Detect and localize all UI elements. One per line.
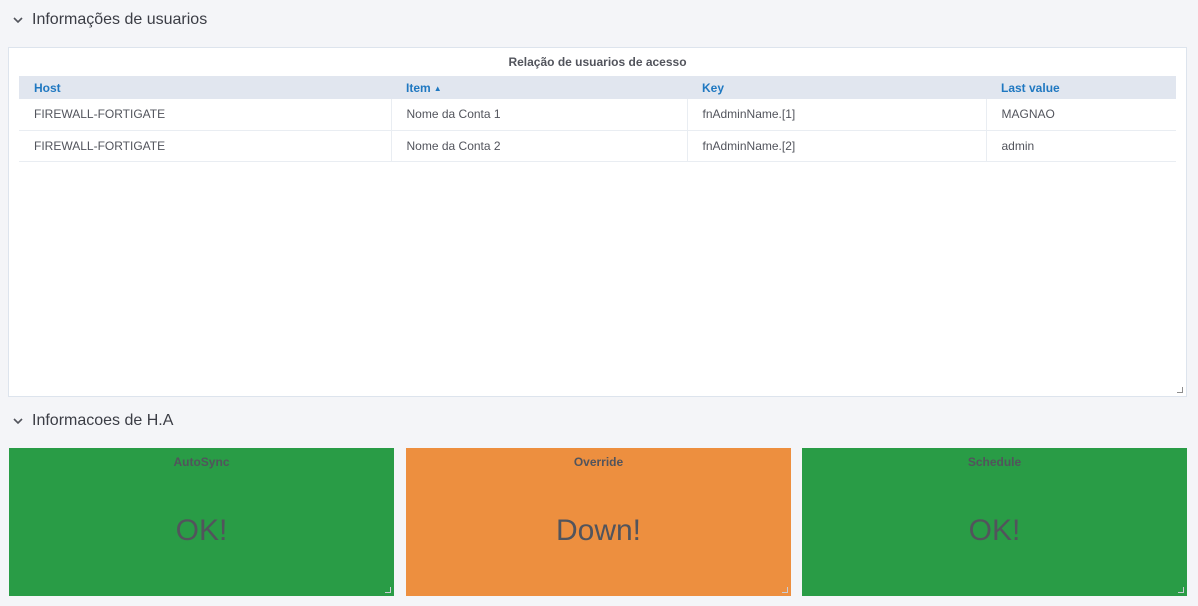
users-table-panel: Relação de usuarios de acesso Host Item ▲… bbox=[8, 47, 1187, 397]
stat-panel-schedule: Schedule OK! bbox=[802, 448, 1187, 596]
resize-handle[interactable] bbox=[1177, 387, 1183, 393]
panel-title[interactable]: Relação de usuarios de acesso bbox=[9, 48, 1186, 76]
column-header-last-value[interactable]: Last value bbox=[986, 76, 1176, 99]
column-header-host[interactable]: Host bbox=[19, 76, 391, 99]
resize-handle[interactable] bbox=[1178, 587, 1184, 593]
cell-key: fnAdminName.[1] bbox=[686, 99, 986, 131]
chevron-down-icon bbox=[12, 415, 26, 427]
cell-last-value: MAGNAO bbox=[985, 99, 1176, 131]
stat-value: OK! bbox=[968, 514, 1021, 547]
row-toggle-ha[interactable]: Informacoes de H.A bbox=[12, 412, 173, 430]
column-header-item[interactable]: Item ▲ bbox=[391, 76, 687, 99]
stat-panel-autosync: AutoSync OK! bbox=[9, 448, 394, 596]
cell-key: fnAdminName.[2] bbox=[686, 130, 986, 162]
stat-value: Down! bbox=[555, 514, 642, 547]
cell-item: Nome da Conta 1 bbox=[390, 99, 687, 131]
column-header-key[interactable]: Key bbox=[687, 76, 986, 99]
row-title-users: Informações de usuarios bbox=[32, 11, 208, 28]
stat-panel-override: Override Down! bbox=[406, 448, 791, 596]
cell-host: FIREWALL-FORTIGATE bbox=[19, 130, 391, 162]
table-row: FIREWALL-FORTIGATE Nome da Conta 1 fnAdm… bbox=[19, 99, 1176, 131]
table-header-row: Host Item ▲ Key Last value bbox=[19, 76, 1176, 99]
table-row: FIREWALL-FORTIGATE Nome da Conta 2 fnAdm… bbox=[19, 130, 1176, 162]
users-table: Host Item ▲ Key Last value FIREWALL-FORTI… bbox=[19, 76, 1176, 162]
chevron-down-icon bbox=[12, 14, 26, 26]
panel-title[interactable]: AutoSync bbox=[9, 448, 394, 476]
panel-title[interactable]: Override bbox=[406, 448, 791, 476]
panel-title[interactable]: Schedule bbox=[802, 448, 1187, 476]
cell-last-value: admin bbox=[985, 130, 1176, 162]
row-toggle-users[interactable]: Informações de usuarios bbox=[12, 11, 207, 29]
row-title-ha: Informacoes de H.A bbox=[32, 412, 174, 429]
stat-value: OK! bbox=[175, 514, 228, 547]
resize-handle[interactable] bbox=[385, 587, 391, 593]
sort-ascending-icon: ▲ bbox=[433, 83, 442, 93]
cell-item: Nome da Conta 2 bbox=[390, 130, 687, 162]
resize-handle[interactable] bbox=[782, 587, 788, 593]
cell-host: FIREWALL-FORTIGATE bbox=[19, 99, 391, 131]
